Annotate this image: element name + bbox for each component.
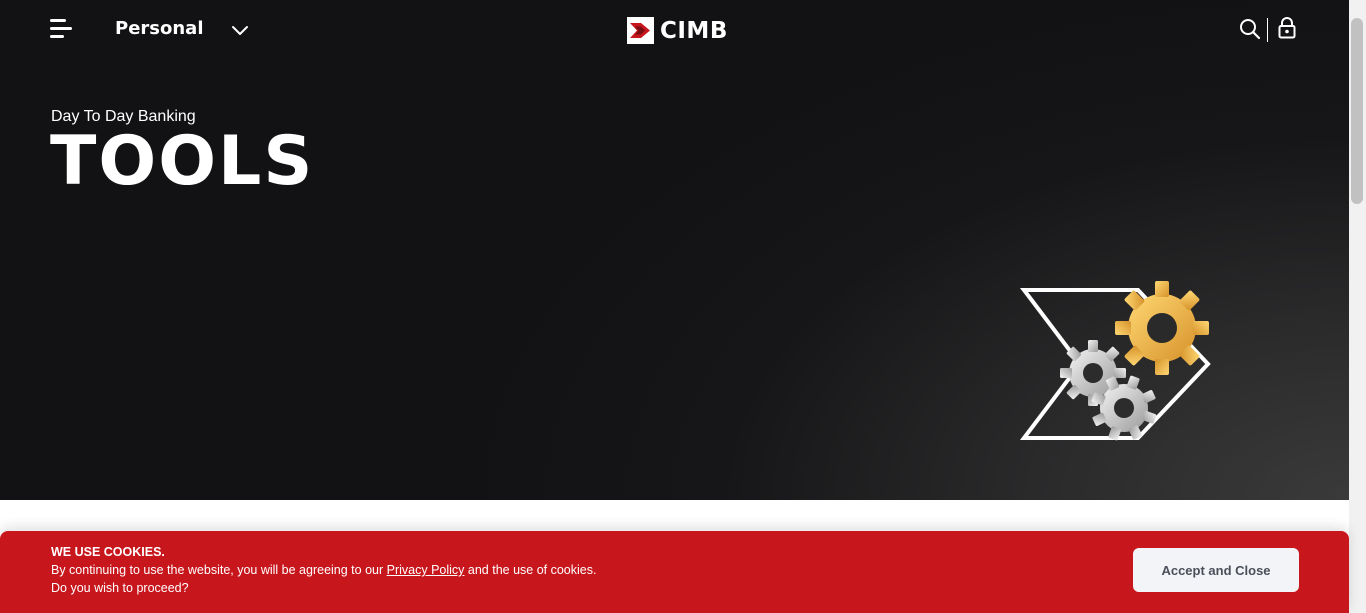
search-icon[interactable] — [1239, 18, 1261, 40]
cookie-banner: WE USE COOKIES. By continuing to use the… — [0, 531, 1349, 613]
scrollbar-thumb[interactable] — [1351, 18, 1363, 204]
menu-icon[interactable] — [50, 19, 74, 39]
cimb-logo-mark-icon — [627, 17, 654, 44]
accept-and-close-button[interactable]: Accept and Close — [1133, 548, 1299, 592]
cookie-question: Do you wish to proceed? — [51, 581, 189, 595]
header-divider — [1267, 18, 1268, 42]
page-scrollbar[interactable] — [1349, 0, 1366, 613]
brand-logo[interactable]: CIMB — [627, 17, 728, 44]
cookie-text-before-link: By continuing to use the website, you wi… — [51, 563, 387, 577]
page-title: TOOLS — [50, 122, 315, 201]
segment-selector-label[interactable]: Personal — [115, 18, 204, 39]
gears-icon — [1019, 281, 1211, 441]
lock-icon[interactable] — [1277, 17, 1297, 39]
brand-name: CIMB — [660, 17, 728, 44]
cookie-message: WE USE COOKIES. By continuing to use the… — [51, 543, 596, 597]
chevron-down-icon[interactable] — [231, 23, 249, 37]
cookie-body: By continuing to use the website, you wi… — [51, 561, 596, 579]
page: Personal CIMB Day To Day Banking TOOLS W… — [0, 0, 1366, 613]
hero-banner: Personal CIMB Day To Day Banking TOOLS — [0, 0, 1349, 500]
privacy-policy-link[interactable]: Privacy Policy — [387, 563, 465, 577]
cookie-heading: WE USE COOKIES. — [51, 545, 165, 559]
cookie-text-after-link: and the use of cookies. — [464, 563, 597, 577]
